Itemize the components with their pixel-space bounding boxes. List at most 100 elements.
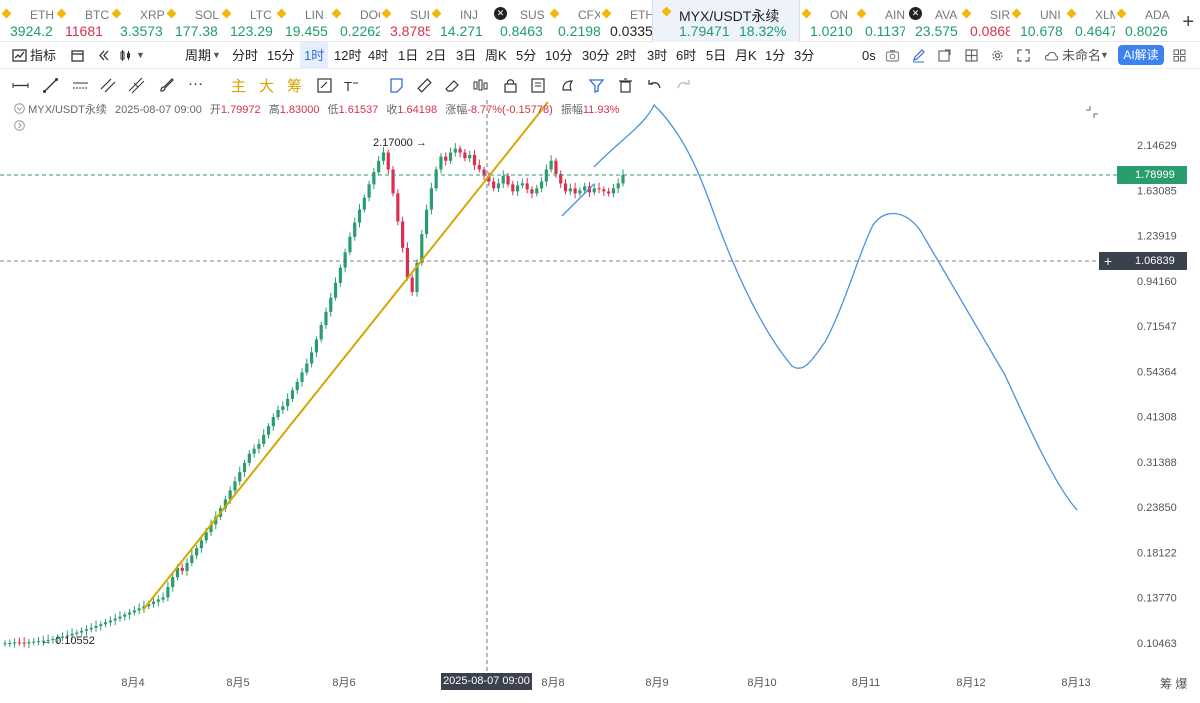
ticker-item[interactable]: UNI 10.678 — [1010, 0, 1065, 42]
interval-tab[interactable]: 15分 — [267, 42, 294, 69]
ticker-price: 0.2198 — [558, 23, 600, 39]
coin-icon — [431, 8, 442, 19]
candle-body — [568, 188, 572, 192]
chevron-down-icon[interactable]: ▼ — [1100, 42, 1109, 69]
interval-tab[interactable]: 周K — [485, 42, 507, 69]
ticker-item[interactable]: INJ 14.271 — [430, 0, 490, 42]
lock-icon[interactable] — [502, 77, 519, 94]
ticker-item[interactable]: XRP 3.3573 — [110, 0, 165, 42]
interval-tab[interactable]: 月K — [735, 42, 757, 69]
more-icon[interactable]: ··· — [188, 75, 203, 92]
interval-tab[interactable]: 1分 — [765, 42, 785, 69]
horizontal-ray-icon[interactable] — [12, 77, 29, 94]
brush-icon[interactable] — [158, 77, 175, 94]
candles-icon[interactable] — [472, 77, 489, 94]
period-menu[interactable]: 周期 — [185, 42, 211, 69]
big-order-toggle[interactable]: 大 — [259, 75, 274, 96]
measure-icon[interactable] — [388, 77, 405, 94]
edit-pen-icon[interactable] — [911, 48, 926, 63]
main-force-toggle[interactable]: 主 — [231, 75, 246, 96]
ticker-item[interactable]: ✕ SUS 0.8463 — [490, 0, 548, 42]
interval-tab[interactable]: 3分 — [794, 42, 814, 69]
parallel-lines-icon[interactable] — [100, 77, 117, 94]
ticker-item[interactable]: ADA 0.8026 — [1115, 0, 1170, 42]
ai-analysis-button[interactable]: AI解读 — [1118, 45, 1164, 65]
chevron-down-icon[interactable]: ▼ — [136, 42, 145, 69]
eraser-icon[interactable] — [444, 77, 461, 94]
trash-icon[interactable] — [617, 77, 634, 94]
y-tick-label: 0.94160 — [1137, 276, 1177, 288]
interval-tab[interactable]: 3日 — [456, 42, 476, 69]
layout-icon[interactable] — [964, 48, 979, 63]
text-icon[interactable]: T — [342, 77, 359, 94]
undo-icon[interactable] — [646, 77, 663, 94]
ticker-item[interactable]: ✕ AVA 23.575 — [905, 0, 960, 42]
price-chart[interactable]: 2.14629 1.63085 1.23919 0.94160 0.71547 0.543… — [0, 100, 1200, 692]
interval-tab[interactable]: 分时 — [232, 42, 258, 69]
candle-body — [353, 222, 357, 237]
interval-tab[interactable]: 12时 — [334, 42, 361, 69]
ticker-item[interactable]: DOG0.2262 — [330, 0, 380, 42]
ticker-item[interactable]: ON 1.0210 — [800, 0, 855, 42]
interval-tab[interactable]: 10分 — [545, 42, 572, 69]
collapse-arrows-icon[interactable] — [1085, 105, 1099, 119]
settings-icon[interactable] — [990, 48, 1005, 63]
ticker-item[interactable]: ETH 0.0335 — [600, 0, 652, 42]
menu-icon[interactable] — [1172, 48, 1187, 63]
x-tick-label: 8月9 — [645, 677, 668, 689]
ticker-item[interactable]: CFX 0.2198 — [548, 0, 600, 42]
fullscreen-icon[interactable] — [1016, 48, 1031, 63]
indicator-icon[interactable] — [12, 48, 27, 63]
channel-icon[interactable] — [72, 77, 89, 94]
amplitude-label: 振幅 — [560, 104, 583, 116]
ticker-item[interactable]: ETH 3924.2 — [0, 0, 55, 42]
rewind-icon[interactable] — [96, 48, 111, 63]
expand-icon[interactable] — [14, 120, 25, 131]
indicators-button[interactable]: 指标 — [30, 42, 56, 69]
cloud-icon[interactable] — [1044, 48, 1059, 63]
interval-tab[interactable]: 4时 — [368, 42, 388, 69]
ticker-item[interactable]: SOL 177.38 — [165, 0, 220, 42]
layout-name[interactable]: 未命名 — [1062, 42, 1101, 69]
ticker-item[interactable]: LIN 19.455 — [275, 0, 330, 42]
interval-tab[interactable]: 1日 — [398, 42, 418, 69]
interval-tab[interactable]: 2时 — [616, 42, 636, 69]
redo-icon[interactable] — [675, 77, 692, 94]
popout-icon[interactable] — [937, 48, 952, 63]
template-icon[interactable] — [70, 48, 85, 63]
replay-speed[interactable]: 0s — [862, 42, 876, 69]
ticker-item[interactable]: SUI 3.8785 — [380, 0, 430, 42]
fib-icon[interactable] — [128, 77, 145, 94]
candle-body — [171, 577, 175, 587]
ticker-item[interactable]: BTC 11681 — [55, 0, 110, 42]
ticker-item[interactable]: SIRI0.0868 — [960, 0, 1010, 42]
candle-body — [252, 448, 256, 454]
ticker-item[interactable]: XLM 0.4647 — [1065, 0, 1115, 42]
ticker-item[interactable]: LTC 123.29 — [220, 0, 275, 42]
low-value: 1.61537 — [338, 104, 379, 116]
trendline-icon[interactable] — [42, 77, 59, 94]
candle-type-icon[interactable] — [118, 48, 133, 63]
projection-curve[interactable] — [593, 103, 1078, 511]
magnet-icon[interactable] — [316, 77, 333, 94]
chip-toggle[interactable]: 筹 — [287, 75, 302, 96]
ticker-item[interactable]: MYX/USDT永续 1.79471 18.32% — [652, 0, 800, 42]
pin-icon[interactable] — [559, 77, 576, 94]
chevron-down-icon[interactable]: ▼ — [212, 42, 221, 69]
notes-icon[interactable] — [530, 77, 547, 94]
add-ticker-button[interactable]: + — [1182, 11, 1194, 34]
interval-tab[interactable]: 5日 — [706, 42, 726, 69]
interval-tab[interactable]: 3时 — [647, 42, 667, 69]
interval-tab[interactable]: 6时 — [676, 42, 696, 69]
ticker-item[interactable]: AIN 0.1137 — [855, 0, 905, 42]
filter-icon[interactable] — [588, 77, 605, 94]
camera-icon[interactable] — [885, 48, 900, 63]
interval-tab[interactable]: 5分 — [516, 42, 536, 69]
add-alert-button[interactable]: + — [1099, 252, 1117, 270]
coin-icon — [331, 8, 342, 19]
interval-tab[interactable]: 2日 — [426, 42, 446, 69]
interval-tab[interactable]: 30分 — [582, 42, 609, 69]
collapse-icon[interactable] — [14, 103, 25, 114]
interval-tab[interactable]: 1时 — [300, 42, 329, 69]
ruler-icon[interactable] — [416, 77, 433, 94]
